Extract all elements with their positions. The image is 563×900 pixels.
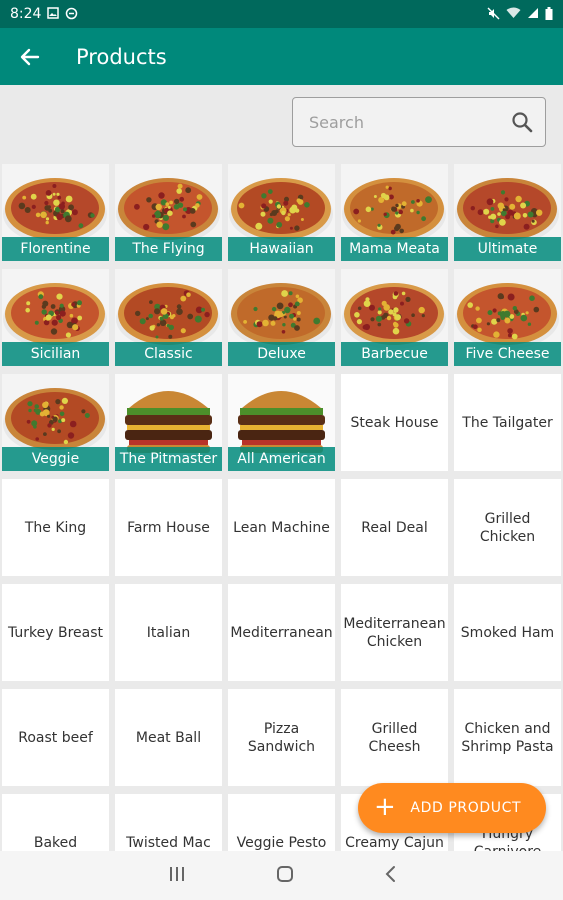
product-tile[interactable]: Real Deal <box>341 479 448 576</box>
product-tile[interactable]: Veggie <box>2 374 109 471</box>
app-bar: Products <box>0 28 563 85</box>
sync-icon <box>65 7 78 22</box>
product-name: Classic <box>115 342 222 366</box>
product-name: Farm House <box>127 519 210 536</box>
product-name: Lean Machine <box>233 519 330 536</box>
wifi-icon <box>506 7 521 21</box>
product-name: Creamy Cajun <box>345 834 444 851</box>
product-tile[interactable]: Chicken and Shrimp Pasta <box>454 689 561 786</box>
product-name: Pizza Sandwich <box>247 720 316 755</box>
product-tile[interactable]: Florentine <box>2 164 109 261</box>
product-name: Five Cheese <box>454 342 561 366</box>
product-tile[interactable]: Mediterranean <box>228 584 335 681</box>
add-product-button[interactable]: + ADD PRODUCT <box>358 783 546 833</box>
arrow-left-icon <box>20 48 40 65</box>
product-tile[interactable]: Barbecue <box>341 269 448 366</box>
recents-icon[interactable] <box>168 866 186 886</box>
product-name: Deluxe <box>228 342 335 366</box>
mute-icon <box>487 7 500 22</box>
status-time: 8:24 <box>10 6 42 22</box>
product-name: Grilled Chicken <box>479 510 536 545</box>
product-tile[interactable]: Grilled Cheesh <box>341 689 448 786</box>
product-name: Florentine <box>2 237 109 261</box>
product-name: Chicken and Shrimp Pasta <box>461 720 554 755</box>
product-tile[interactable]: Grilled Chicken <box>454 479 561 576</box>
back-icon[interactable] <box>384 865 396 887</box>
product-name: Turkey Breast <box>7 624 104 641</box>
product-name: The Pitmaster <box>115 447 222 471</box>
product-name: Mama Meata <box>341 237 448 261</box>
product-name: Meat Ball <box>135 729 202 746</box>
product-name: Veggie <box>2 447 109 471</box>
add-product-label: ADD PRODUCT <box>410 800 522 816</box>
product-name: Grilled Cheesh <box>368 720 421 755</box>
product-name: Veggie Pesto <box>236 834 327 851</box>
product-name: Italian <box>146 624 191 641</box>
image-icon <box>47 7 60 21</box>
product-name: Mediterranean <box>230 624 333 641</box>
battery-icon <box>545 6 553 22</box>
product-name: The Flying <box>115 237 222 261</box>
product-tile[interactable]: The King <box>2 479 109 576</box>
search-input[interactable] <box>309 112 511 132</box>
product-name: Twisted Mac <box>126 834 211 851</box>
product-name: Roast beef <box>18 729 93 746</box>
plus-icon: + <box>374 792 397 822</box>
product-name: Steak House <box>350 414 439 431</box>
page-title: Products <box>76 44 167 69</box>
product-tile[interactable]: Sicilian <box>2 269 109 366</box>
product-tile[interactable]: Steak House <box>341 374 448 471</box>
product-grid: Florentine The Flying Hawaiian Mama Meat… <box>2 164 562 891</box>
product-name: Real Deal <box>361 519 428 536</box>
product-name: Hawaiian <box>228 237 335 261</box>
product-tile[interactable]: All American <box>228 374 335 471</box>
status-bar: 8:24 <box>0 0 563 28</box>
product-tile[interactable]: Five Cheese <box>454 269 561 366</box>
product-tile[interactable]: Mama Meata <box>341 164 448 261</box>
product-name: Sicilian <box>2 342 109 366</box>
product-tile[interactable]: Lean Machine <box>228 479 335 576</box>
product-tile[interactable]: Ultimate <box>454 164 561 261</box>
product-tile[interactable]: Classic <box>115 269 222 366</box>
product-tile[interactable]: Mediterranean Chicken <box>341 584 448 681</box>
product-name: Ultimate <box>454 237 561 261</box>
home-icon[interactable] <box>276 865 294 887</box>
product-name: Baked <box>33 834 78 851</box>
product-name: Mediterranean Chicken <box>343 615 446 650</box>
product-tile[interactable]: Turkey Breast <box>2 584 109 681</box>
product-tile[interactable]: The Pitmaster <box>115 374 222 471</box>
product-tile[interactable]: Deluxe <box>228 269 335 366</box>
product-name: The Tailgater <box>462 414 553 431</box>
product-name: All American <box>228 447 335 471</box>
product-tile[interactable]: Meat Ball <box>115 689 222 786</box>
product-tile[interactable]: Roast beef <box>2 689 109 786</box>
product-name: The King <box>24 519 87 536</box>
signal-icon <box>527 7 539 21</box>
product-tile[interactable]: Hawaiian <box>228 164 335 261</box>
back-button[interactable] <box>0 28 60 85</box>
product-name: Barbecue <box>341 342 448 366</box>
system-nav-bar <box>0 851 563 900</box>
product-tile[interactable]: Smoked Ham <box>454 584 561 681</box>
search-box[interactable] <box>292 97 546 147</box>
product-tile[interactable]: Italian <box>115 584 222 681</box>
product-tile[interactable]: The Tailgater <box>454 374 561 471</box>
product-name: Smoked Ham <box>460 624 555 641</box>
search-icon[interactable] <box>511 111 533 133</box>
product-tile[interactable]: Pizza Sandwich <box>228 689 335 786</box>
product-tile[interactable]: Farm House <box>115 479 222 576</box>
product-tile[interactable]: The Flying <box>115 164 222 261</box>
